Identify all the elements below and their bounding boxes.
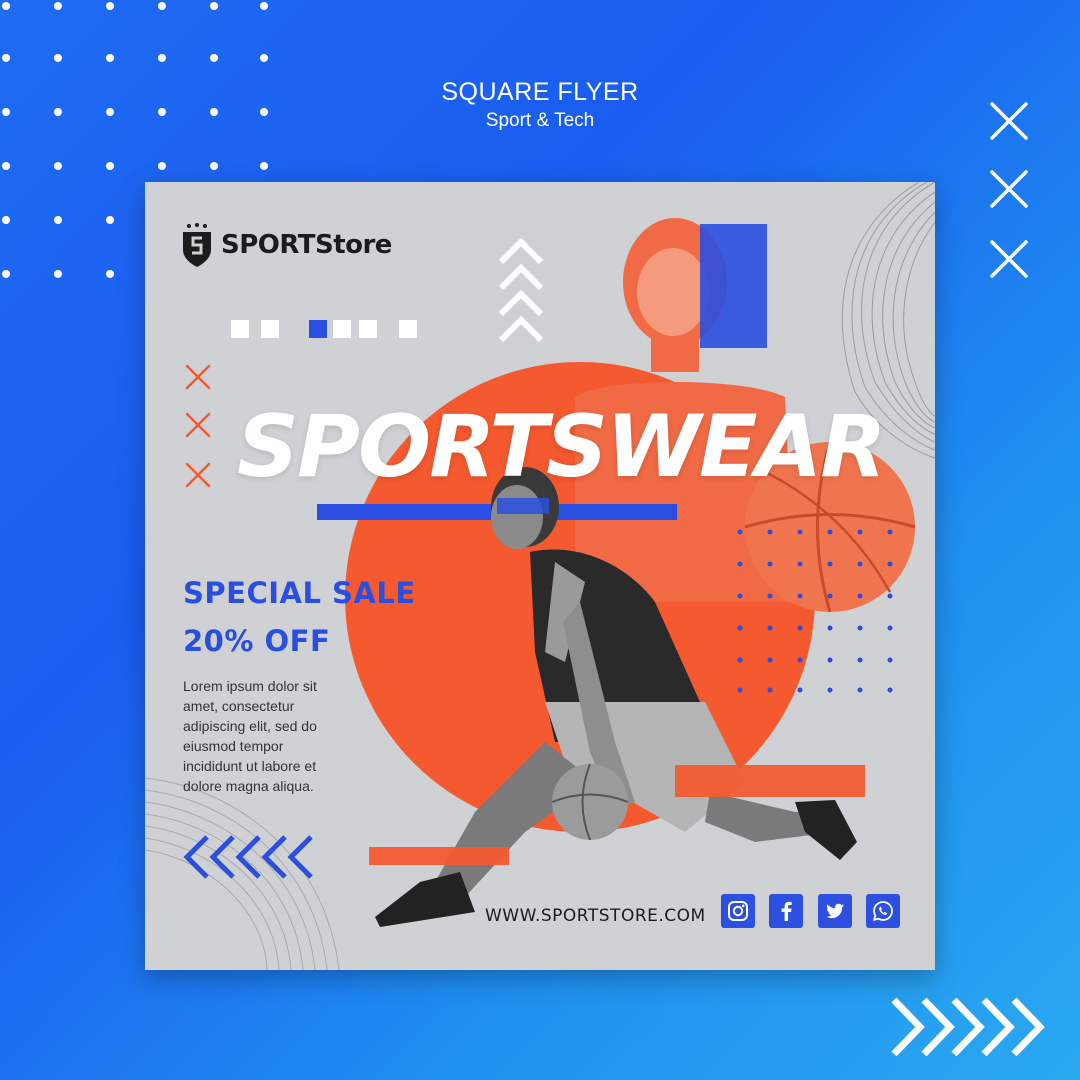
brand-logo: SPORTStore — [181, 222, 392, 268]
headline: SPORTSWEAR — [237, 397, 886, 497]
basketball-dribbled — [551, 763, 629, 841]
body-text: Lorem ipsum dolor sit amet, consectetur … — [183, 678, 317, 794]
orange-bar-bottom — [369, 847, 509, 865]
page-title: SQUARE FLYER — [441, 78, 639, 106]
whatsapp-icon[interactable] — [866, 894, 900, 928]
left-chevrons-decoration — [183, 835, 313, 879]
sale-line-1: SPECIAL SALE — [183, 576, 416, 610]
website-url[interactable]: WWW.SPORTSTORE.COM — [485, 906, 706, 926]
shield-logo-icon — [183, 223, 211, 267]
page-subtitle: Sport & Tech — [485, 110, 595, 131]
instagram-icon[interactable] — [721, 894, 755, 928]
square-row-decoration — [231, 320, 417, 338]
orange-bar-right — [675, 765, 865, 797]
up-chevrons-decoration — [498, 237, 544, 343]
sale-line-2: 20% OFF — [183, 624, 331, 658]
brand-name: SPORTStore — [221, 230, 392, 260]
facebook-icon[interactable] — [769, 894, 803, 928]
x-marks-decoration — [990, 102, 1028, 278]
blue-face-rectangle — [700, 224, 767, 348]
orange-x-marks — [185, 364, 211, 488]
chevrons-right-decoration — [891, 997, 1045, 1057]
standing-player-face — [637, 248, 709, 336]
flyer-card: SPORTStore SPORTSWEAR SPECIAL SALE 20% O… — [145, 182, 935, 970]
twitter-icon[interactable] — [818, 894, 852, 928]
